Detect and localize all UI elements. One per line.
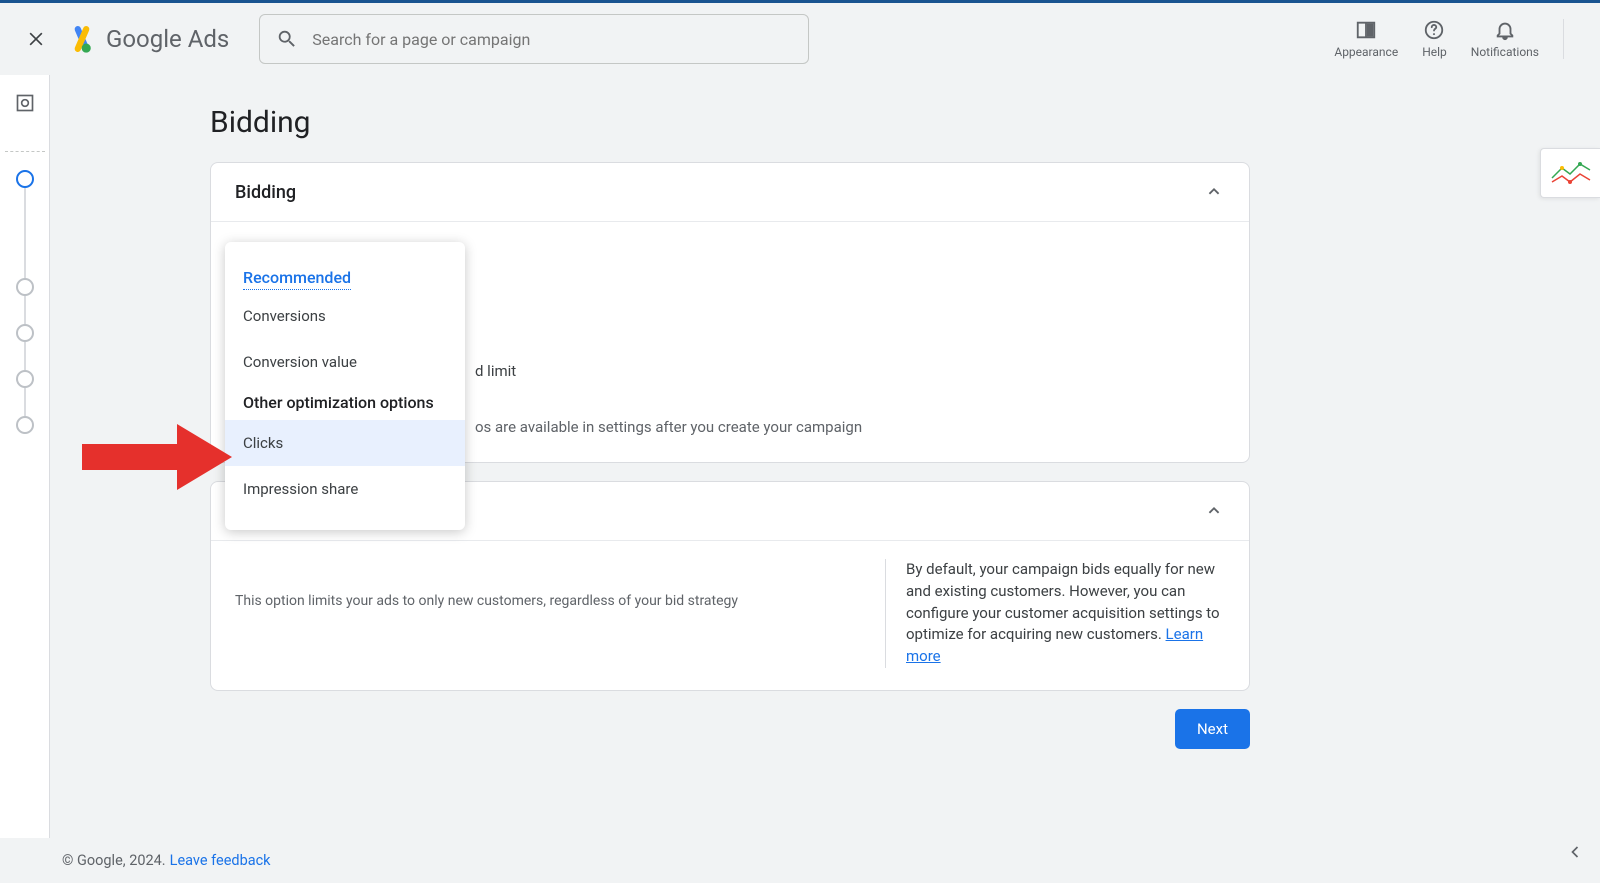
- preview-panel-toggle[interactable]: [1540, 148, 1600, 198]
- arrow-icon: [82, 422, 232, 492]
- notifications-label: Notifications: [1471, 45, 1539, 59]
- step-4[interactable]: [16, 370, 34, 388]
- bid-limit-fragment: d limit: [475, 362, 1225, 380]
- arrow-annotation: [82, 422, 232, 496]
- header-divider: [1563, 19, 1564, 59]
- step-1[interactable]: [16, 170, 34, 188]
- settings-note: os are available in settings after you c…: [475, 418, 1225, 436]
- acquisition-card-body: This option limits your ads to only new …: [211, 541, 1249, 690]
- bell-icon: [1494, 19, 1516, 41]
- help-button[interactable]: Help: [1422, 19, 1447, 59]
- logo-text: Google Ads: [106, 25, 229, 53]
- close-button[interactable]: [16, 19, 56, 59]
- next-row: Next: [210, 709, 1250, 749]
- step-3[interactable]: [16, 324, 34, 342]
- acquisition-right: By default, your campaign bids equally f…: [885, 559, 1225, 668]
- notifications-button[interactable]: Notifications: [1471, 19, 1539, 59]
- recommended-label: Recommended: [243, 268, 351, 290]
- dropdown-item-conversion-value[interactable]: Conversion value: [225, 339, 465, 385]
- dropdown-item-impression-share[interactable]: Impression share: [225, 466, 465, 512]
- search-box[interactable]: [259, 14, 809, 64]
- header-actions: Appearance Help Notifications: [1334, 19, 1584, 59]
- appearance-icon: [1355, 19, 1377, 41]
- bidding-card-title: Bidding: [235, 182, 296, 203]
- help-icon: [1423, 19, 1445, 41]
- next-button[interactable]: Next: [1175, 709, 1250, 749]
- page-title: Bidding: [210, 105, 1530, 140]
- dropdown-item-conversions[interactable]: Conversions: [225, 293, 465, 339]
- copyright: © Google, 2024.: [62, 852, 166, 869]
- chevron-up-icon: [1203, 181, 1225, 203]
- dropdown-recommended-header: Recommended: [225, 260, 465, 293]
- rail-divider: [5, 151, 45, 152]
- focus-dropdown[interactable]: Recommended Conversions Conversion value…: [225, 242, 465, 530]
- dropdown-item-clicks[interactable]: Clicks: [225, 420, 465, 466]
- left-rail: [0, 75, 50, 838]
- search-icon: [276, 28, 298, 50]
- rail-connector: [24, 388, 26, 416]
- close-icon: [26, 29, 46, 49]
- leave-feedback-link[interactable]: Leave feedback: [170, 852, 271, 869]
- rail-connector: [24, 342, 26, 370]
- acquisition-left: This option limits your ads to only new …: [235, 559, 885, 668]
- logo: Google Ads: [68, 25, 229, 53]
- rail-connector: [24, 188, 26, 278]
- overview-icon[interactable]: [15, 93, 35, 113]
- rail-connector: [24, 296, 26, 324]
- step-2[interactable]: [16, 278, 34, 296]
- acquisition-left-text: This option limits your ads to only new …: [235, 593, 865, 609]
- chevron-up-icon: [1203, 500, 1225, 522]
- appearance-button[interactable]: Appearance: [1334, 19, 1398, 59]
- footer: © Google, 2024. Leave feedback: [50, 838, 1600, 883]
- help-label: Help: [1422, 45, 1447, 59]
- app-header: Google Ads Appearance Help Notifications: [0, 3, 1600, 75]
- search-input[interactable]: [312, 30, 792, 49]
- google-ads-logo-icon: [68, 25, 96, 53]
- dropdown-other-header: Other optimization options: [225, 385, 465, 420]
- step-5[interactable]: [16, 416, 34, 434]
- appearance-label: Appearance: [1334, 45, 1398, 59]
- preview-chart-icon: [1548, 158, 1594, 188]
- bidding-card-header[interactable]: Bidding: [211, 163, 1249, 222]
